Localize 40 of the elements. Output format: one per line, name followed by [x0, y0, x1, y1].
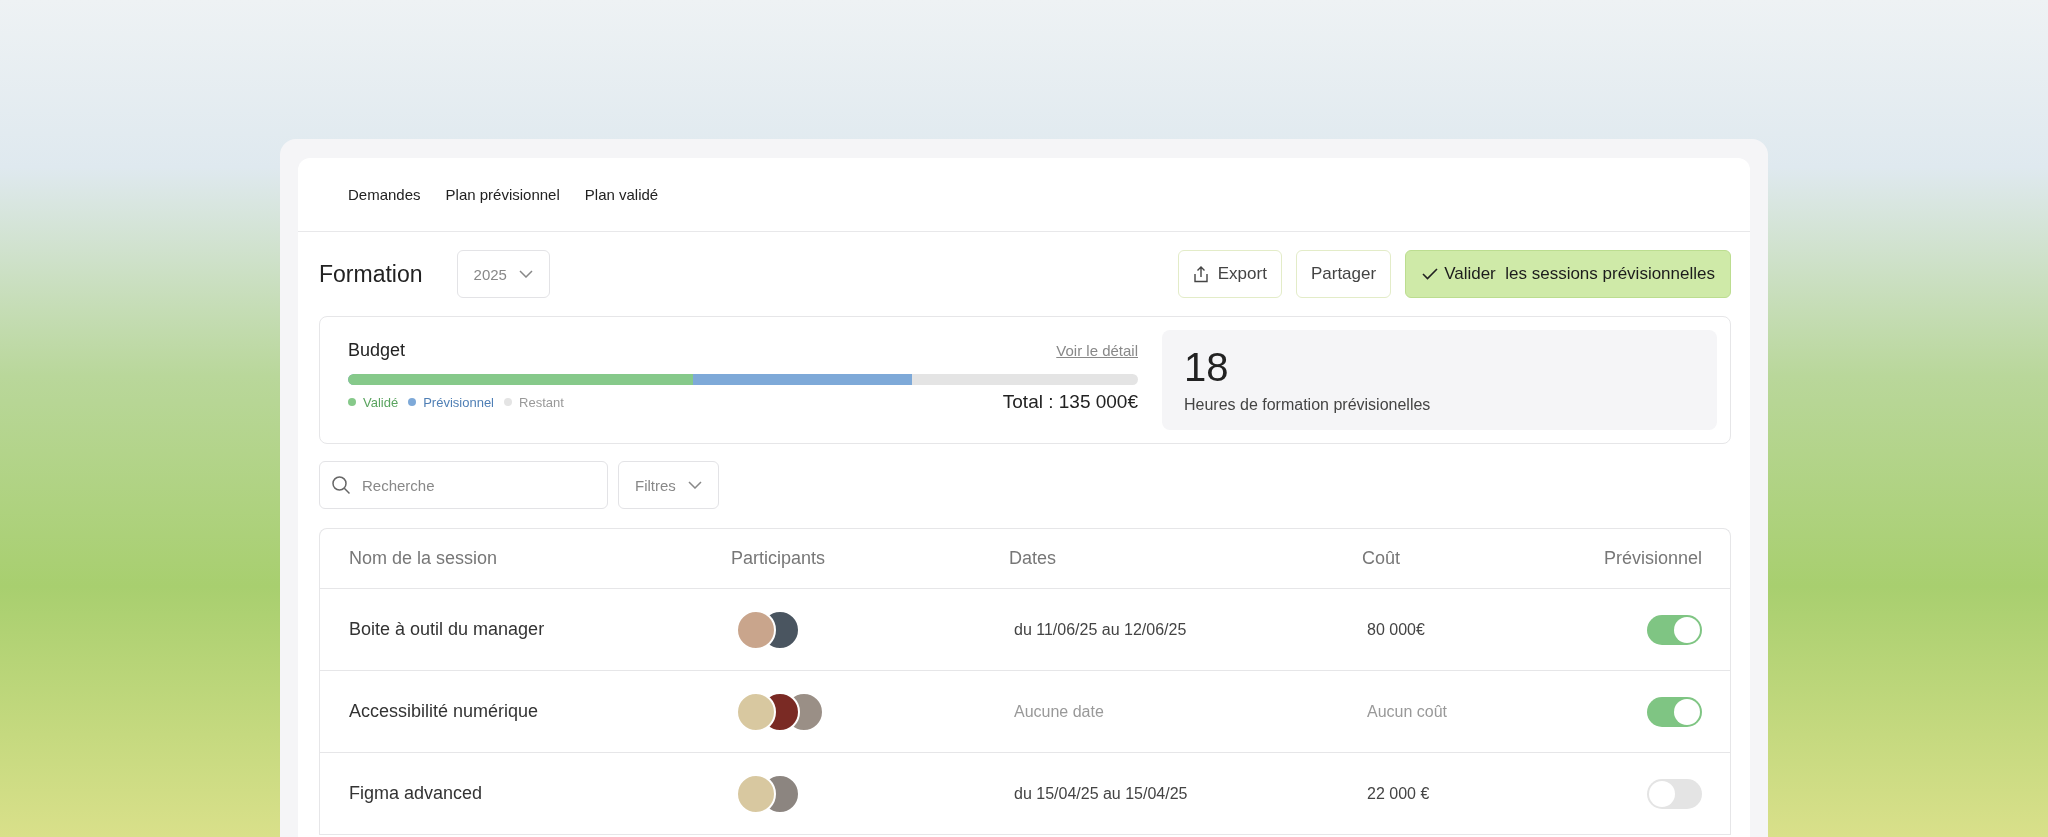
stat-value: 18: [1184, 344, 1230, 390]
session-dates: Aucune date: [1014, 702, 1105, 721]
session-name: Accessibilité numérique: [349, 701, 540, 722]
column-header: Dates: [1009, 548, 1058, 569]
session-dates: du 11/06/25 au 12/06/25: [1014, 620, 1188, 639]
share-icon: [1192, 265, 1209, 283]
session-cost: 80 000€: [1367, 620, 1426, 639]
budget-title: Budget: [348, 339, 406, 361]
session-cost: Aucun coût: [1367, 702, 1449, 721]
chevron-down-icon: [687, 481, 702, 489]
column-header: Coût: [1362, 548, 1402, 569]
session-name: Boite à outil du manager: [349, 619, 546, 640]
export-button[interactable]: Export: [1177, 250, 1282, 298]
share-button[interactable]: Partager: [1295, 250, 1392, 298]
chevron-down-icon: [518, 270, 533, 278]
year-dropdown[interactable]: 2025: [456, 250, 550, 298]
search-icon: [331, 475, 351, 495]
column-header: Nom de la session: [349, 548, 499, 569]
session-dates: du 15/04/25 au 15/04/25: [1014, 784, 1189, 803]
toggle-switch[interactable]: [1647, 778, 1702, 809]
validate-button[interactable]: Valider les sessions prévisionnelles: [1405, 250, 1731, 298]
page-title: Formation: [319, 260, 423, 288]
toggle-switch[interactable]: [1647, 614, 1702, 645]
search-field[interactable]: Recherche: [319, 461, 608, 509]
legend-label: Prévisionnel: [423, 394, 494, 410]
toggle-switch[interactable]: [1647, 696, 1702, 727]
check-icon: [1422, 268, 1439, 280]
column-header: Participants: [731, 548, 827, 569]
session-name: Figma advanced: [349, 783, 484, 804]
nav-tab[interactable]: Plan prévisionnel: [445, 182, 560, 207]
stat-label: Heures de formation prévisionelles: [1184, 396, 1432, 414]
budget-total: Total : 135 000€: [1002, 391, 1138, 413]
legend-label: Validé: [363, 394, 399, 410]
detail-link[interactable]: Voir le détail: [1056, 341, 1138, 359]
legend-label: Restant: [519, 394, 564, 410]
session-cost: 22 000 €: [1367, 784, 1431, 803]
column-header: Prévisionnel: [1602, 548, 1702, 569]
nav-tab[interactable]: Demandes: [348, 182, 421, 207]
filter-dropdown[interactable]: Filtres: [618, 461, 719, 509]
nav-tab[interactable]: Plan validé: [584, 182, 659, 207]
